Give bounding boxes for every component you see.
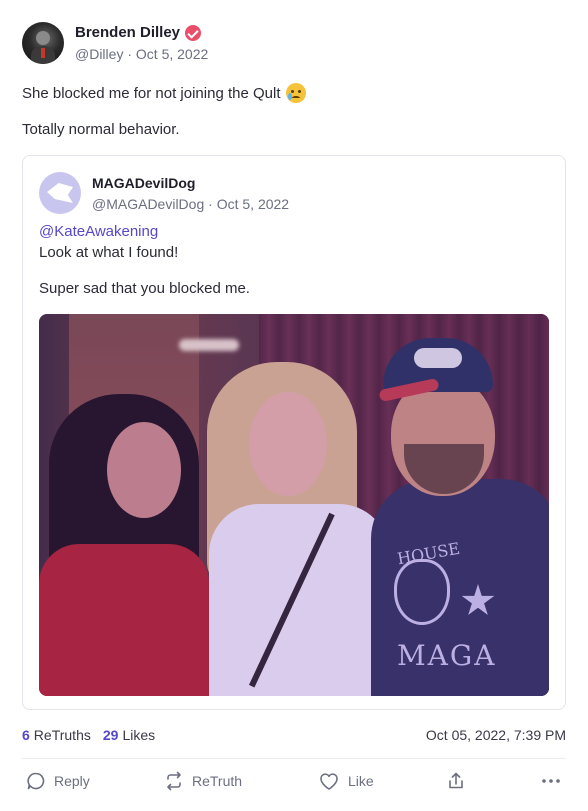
avatar[interactable] <box>22 22 64 64</box>
like-label: Like <box>348 773 374 789</box>
quoted-avatar[interactable] <box>39 172 81 214</box>
post-stats: 6 ReTruths 29 Likes <box>22 727 167 743</box>
post-date[interactable]: Oct 5, 2022 <box>136 46 208 62</box>
retruths-count: 6 <box>22 727 30 743</box>
quoted-mention-link[interactable]: @KateAwakening <box>39 223 158 240</box>
author-display-name[interactable]: Brenden Dilley <box>75 24 180 41</box>
quoted-author-handle[interactable]: @MAGADevilDog <box>92 196 204 212</box>
retruths-stat[interactable]: 6 ReTruths <box>22 727 91 743</box>
meta-separator: · <box>127 46 136 62</box>
more-options-button[interactable] <box>540 771 570 791</box>
retruth-button[interactable]: ReTruth <box>164 771 242 791</box>
author-display-name-row[interactable]: Brenden Dilley <box>75 24 208 41</box>
reply-button[interactable]: Reply <box>26 771 90 791</box>
quoted-author-info: MAGADevilDog @MAGADevilDog · Oct 5, 2022 <box>92 175 289 212</box>
reply-label: Reply <box>54 773 90 789</box>
share-button[interactable] <box>446 771 474 791</box>
truth-post: Brenden Dilley @Dilley · Oct 5, 2022 She… <box>0 0 588 811</box>
verified-badge-icon <box>185 24 202 41</box>
share-icon <box>449 772 463 789</box>
divider <box>22 758 566 759</box>
likes-stat[interactable]: 29 Likes <box>103 727 155 743</box>
post-header: Brenden Dilley @Dilley · Oct 5, 2022 <box>22 22 208 64</box>
quoted-photo[interactable]: HOUSE MAGA <box>39 314 549 696</box>
quoted-post[interactable]: MAGADevilDog @MAGADevilDog · Oct 5, 2022… <box>22 155 566 710</box>
post-timestamp: Oct 05, 2022, 7:39 PM <box>425 727 566 743</box>
author-meta: @Dilley · Oct 5, 2022 <box>75 46 208 62</box>
eagle-icon <box>47 183 73 203</box>
avatar-tie <box>41 48 45 58</box>
retruth-label: ReTruth <box>192 773 243 789</box>
action-bar: Reply ReTruth Like <box>22 771 566 795</box>
crying-face-emoji-icon <box>285 83 306 103</box>
likes-label: Likes <box>122 727 156 743</box>
post-text-line1: She blocked me for not joining the Qult <box>22 83 306 103</box>
avatar-head <box>36 31 50 45</box>
retruths-label: ReTruths <box>33 727 91 743</box>
quoted-post-date[interactable]: Oct 5, 2022 <box>217 196 289 212</box>
quoted-text-line2: Super sad that you blocked me. <box>39 280 250 297</box>
post-text-line1-content: She blocked me for not joining the Qult <box>22 84 281 102</box>
reply-icon <box>27 772 45 790</box>
likes-count: 29 <box>102 727 119 743</box>
retruth-icon <box>167 771 181 791</box>
author-info: Brenden Dilley @Dilley · Oct 5, 2022 <box>75 24 208 62</box>
author-handle[interactable]: @Dilley <box>75 46 123 62</box>
post-text-line2: Totally normal behavior. <box>22 121 180 138</box>
quoted-author-meta: @MAGADevilDog · Oct 5, 2022 <box>92 196 289 212</box>
quoted-post-header: MAGADevilDog @MAGADevilDog · Oct 5, 2022 <box>39 172 289 214</box>
quoted-author-display-name[interactable]: MAGADevilDog <box>92 175 289 191</box>
meta-separator: · <box>208 195 217 212</box>
quoted-text-line1: Look at what I found! <box>39 244 179 261</box>
heart-icon <box>320 773 338 790</box>
more-dots-icon <box>542 779 560 783</box>
like-button[interactable]: Like <box>318 771 374 791</box>
